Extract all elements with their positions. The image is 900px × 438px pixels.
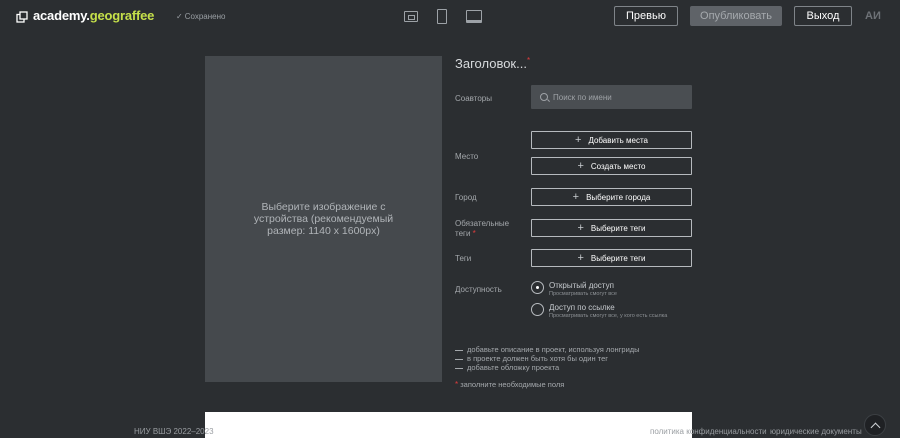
- exit-button[interactable]: Выход: [794, 6, 852, 26]
- create-place-label: Создать место: [590, 161, 646, 171]
- plus-icon: +: [575, 133, 582, 146]
- search-placeholder: Поиск по имени: [553, 92, 612, 102]
- required-mark: *: [526, 56, 531, 65]
- create-place-button[interactable]: + Создать место: [531, 157, 692, 175]
- logo-accent: geograffee: [89, 8, 155, 23]
- coauthors-label: Соавторы: [455, 94, 492, 103]
- access-link-title: Доступ по ссылке: [549, 303, 615, 312]
- tags-label: Теги: [455, 254, 472, 263]
- check-icon: ✓: [176, 12, 183, 21]
- cover-image-upload[interactable]: Выберите изображение с устройства (реком…: [205, 56, 442, 382]
- choose-required-tags-button[interactable]: + Выберите теги: [531, 219, 692, 237]
- add-places-label: Добавить места: [588, 135, 648, 145]
- privacy-policy-link[interactable]: политика конфиденциальности: [650, 427, 767, 436]
- logo[interactable]: academy.geograffee: [33, 8, 154, 23]
- cover-image-prompt: Выберите изображение с устройства (реком…: [253, 201, 394, 237]
- city-label: Город: [455, 193, 477, 202]
- choose-city-button[interactable]: + Выберите города: [531, 188, 692, 206]
- avatar[interactable]: АИ: [865, 10, 881, 22]
- access-public-radio[interactable]: [531, 281, 544, 294]
- choose-required-tags-label: Выберите теги: [590, 223, 646, 233]
- saved-status: ✓ Сохранено: [176, 12, 225, 21]
- legal-documents-link[interactable]: юридические документы: [770, 427, 862, 436]
- add-places-button[interactable]: + Добавить места: [531, 131, 692, 149]
- choose-tags-button[interactable]: + Выберите теги: [531, 249, 692, 267]
- access-public-title: Открытый доступ: [549, 281, 614, 290]
- coauthors-search-input[interactable]: Поиск по имени: [531, 85, 692, 109]
- hint-item: в проекте должен быть хотя бы один тег: [455, 354, 608, 363]
- choose-tags-label: Выберите теги: [590, 253, 646, 263]
- search-icon: [540, 93, 548, 101]
- required-tags-label: Обязательные теги *: [455, 219, 509, 239]
- tablet-landscape-view-icon[interactable]: [404, 11, 418, 22]
- logo-icon: [16, 11, 28, 23]
- title-placeholder: Заголовок...: [455, 56, 527, 71]
- content-area: [205, 412, 692, 438]
- access-link-subtitle: Просматривать смогут все, у кого есть сс…: [549, 313, 668, 319]
- required-tags-label-line1: Обязательные: [455, 219, 510, 228]
- mobile-view-icon[interactable]: [437, 9, 447, 24]
- logo-main: academy.: [33, 8, 90, 23]
- access-public-subtitle: Просматривать смогут все: [549, 291, 617, 297]
- access-link-radio[interactable]: [531, 303, 544, 316]
- footer-copyright: НИУ ВШЭ 2022–2023: [134, 427, 214, 436]
- choose-city-label: Выберите города: [586, 192, 651, 202]
- scroll-to-top-button[interactable]: [864, 414, 886, 436]
- plus-icon: +: [577, 221, 584, 234]
- plus-icon: +: [577, 159, 584, 172]
- desktop-view-icon[interactable]: [466, 10, 482, 23]
- hint-item: добавьте описание в проект, используя ло…: [455, 345, 640, 354]
- required-fields-note: * заполните необходимые поля: [455, 380, 565, 389]
- access-label: Доступность: [455, 285, 502, 294]
- plus-icon: +: [572, 190, 580, 203]
- project-title-input[interactable]: Заголовок...*: [455, 56, 530, 71]
- place-label: Место: [455, 152, 479, 161]
- required-tags-label-line2: теги *: [455, 229, 476, 238]
- preview-button[interactable]: Превью: [614, 6, 678, 26]
- header: academy.geograffee ✓ Сохранено Превью Опу…: [0, 0, 900, 34]
- plus-icon: +: [577, 251, 584, 264]
- hint-item: добавьте обложку проекта: [455, 363, 559, 372]
- publish-button[interactable]: Опубликовать: [690, 6, 782, 26]
- saved-status-text: Сохранено: [184, 12, 226, 21]
